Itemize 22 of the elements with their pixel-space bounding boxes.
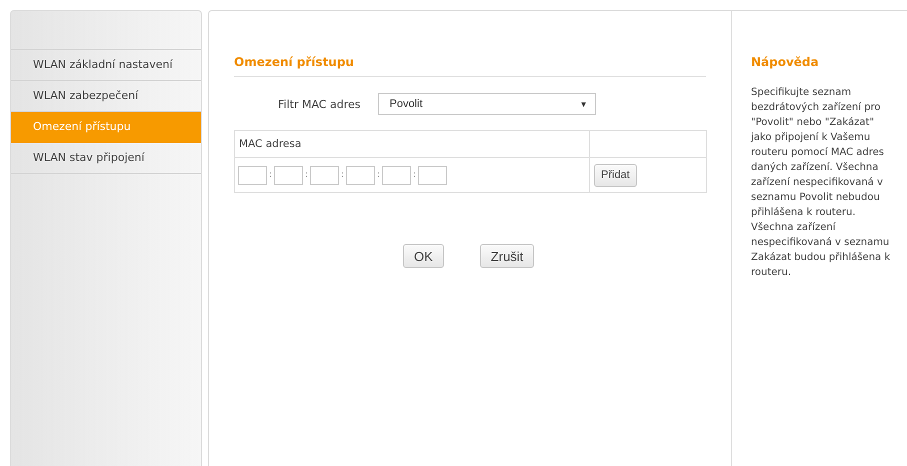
help-text: Specifikujte seznam bezdrátových zařízení pro "Povolit" nebo "Zakázat" jako připojení k Vašemu routeru pomocí MAC adres daných zařízení. Všechna zařízení nespecifikovaná v seznamu Povolit nebudou přihlášena k routeru. Všechna zařízení nespecifikovaná v seznamu Zakázat budou přihlášena k routeru. [751,86,892,280]
sidebar-item[interactable]: WLAN stav připojení [11,143,201,174]
add-button[interactable]: Přidat [594,164,637,187]
filter-dropdown[interactable]: Povolit ▼ [378,93,596,115]
column-header: MAC adresa [234,130,590,158]
octet-field[interactable] [382,166,411,184]
colon-separator: : [268,170,274,180]
sidebar-item[interactable]: WLAN základní nastavení [11,50,201,81]
help-title: Nápověda [751,55,820,69]
octet-field[interactable] [310,166,339,184]
cancel-button[interactable]: Zrušit [480,244,534,268]
colon-separator: : [412,170,418,180]
section-title: Omezení přístupu [234,55,355,69]
filter-label: Filtr MAC adres [278,98,360,110]
octet-field[interactable] [346,166,375,184]
octet-field[interactable] [418,166,447,184]
octet-field[interactable] [274,166,303,184]
colon-separator: : [376,170,382,180]
octet-field[interactable] [238,166,267,184]
colon-separator: : [304,170,310,180]
ok-button[interactable]: OK [403,244,444,268]
colon-separator: : [340,170,346,180]
